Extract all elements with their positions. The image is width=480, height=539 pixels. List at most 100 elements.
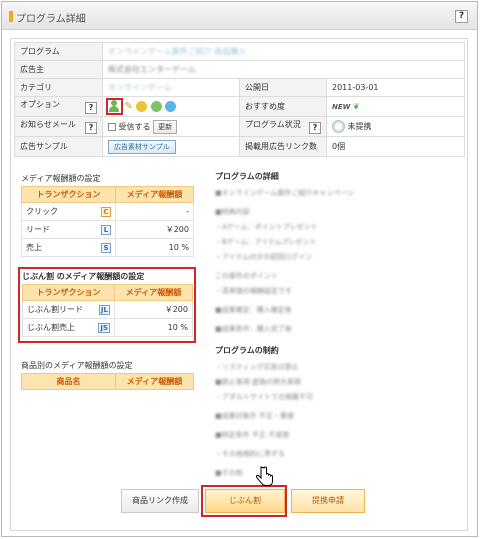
detail-line: この案件のポイント <box>215 272 278 280</box>
product-rates-table: 商品名 メディア報酬額 <box>21 373 194 390</box>
hand-cursor-icon <box>255 466 273 486</box>
pubdate-value: 2011-03-01 <box>325 78 466 97</box>
status-help-button[interactable]: ? <box>309 122 321 134</box>
media-rates-table: トランザクション メディア報酬額 クリック C - リード L ￥200 売上 S 1… <box>21 186 194 257</box>
restrictions-title: プログラムの制約 <box>215 346 279 355</box>
option-icons: ✎ <box>102 96 240 117</box>
notify-help-button[interactable]: ? <box>85 122 97 134</box>
detail-line: ・Aゲーム：ポイントプレゼント <box>215 223 318 231</box>
row-notify: お知らせメール ? 受信する 更新 プログラム状況 ? 未提携 <box>14 116 466 137</box>
leaf-icon: ❦ <box>352 102 360 111</box>
twitter-option-icon[interactable] <box>165 101 177 112</box>
details-title: プログラムの詳細 <box>215 172 279 181</box>
pen-option-icon[interactable]: ✎ <box>125 101 133 113</box>
rate-value: - <box>115 202 194 221</box>
row-category: カテゴリ オンラインゲーム 公開日 2011-03-01 <box>14 78 466 97</box>
notify-update-button[interactable]: 更新 <box>153 119 178 134</box>
rate-name: 売上 <box>26 243 42 252</box>
detail-line: ■成果確定：購入確定後 <box>215 306 292 314</box>
category-label: カテゴリ <box>14 78 103 97</box>
program-label: プログラム <box>14 42 103 61</box>
jibun-button[interactable]: じぶん割 <box>205 489 285 513</box>
jibun-rates-title: じぶん割 のメディア報酬額の設定 <box>22 272 145 281</box>
restriction-line: ■成果対象外 不正・重複 <box>215 412 294 420</box>
advertiser-value: 株式会社エンターゲーム <box>101 60 466 79</box>
row-sample: 広告サンプル 広告素材サンプル 掲載用広告リンク数 0個 <box>14 136 466 157</box>
col-transaction: トランザクション <box>22 284 115 301</box>
recommend-label: おすすめ度 <box>239 96 327 117</box>
rate-name: リード <box>26 225 50 234</box>
rate-value: 10 % <box>115 238 194 257</box>
table-row: じぶん割売上 JS 10 % <box>22 318 193 337</box>
link-create-button[interactable]: 商品リンク作成 <box>121 489 199 513</box>
detail-line: ・アイテム付きの初回ログイン <box>215 253 313 261</box>
detail-line: ■特典内容 <box>215 208 250 216</box>
click-icon: C <box>101 207 111 217</box>
jibun-rates-header: トランザクション メディア報酬額 <box>22 284 193 301</box>
restriction-line: ・リスティング広告は禁止 <box>215 363 299 371</box>
product-rates-header: 商品名 メディア報酬額 <box>21 373 194 390</box>
restriction-line: ■特定条件 不正 不道徳 <box>215 431 290 439</box>
category-value: オンラインゲーム <box>102 78 240 97</box>
notify-label: お知らせメール <box>20 120 76 129</box>
sales-icon: S <box>101 243 111 253</box>
col-reward: メディア報酬額 <box>115 186 194 203</box>
table-row: 売上 S 10 % <box>21 238 194 257</box>
apply-button[interactable]: 提携申請 <box>291 489 365 513</box>
status-value-cell: 未提携 <box>325 116 466 137</box>
linkcount-label: 掲載用広告リンク数 <box>239 136 327 157</box>
restriction-line: ・その他規約に準ずる <box>215 450 285 458</box>
linkcount-value: 0個 <box>325 136 466 157</box>
robot-option-icon[interactable] <box>150 101 162 112</box>
row-option: オプション ? ✎ おすすめ度 NEW ❦ <box>14 96 466 117</box>
row-program: プログラム オンラインゲーム案件ご紹介 商品購入 <box>14 42 466 61</box>
rate-value: ￥200 <box>115 220 194 239</box>
product-rates-title: 商品別のメディア報酬額の設定 <box>21 361 133 370</box>
sample-button[interactable]: 広告素材サンプル <box>108 139 176 154</box>
rate-name: じぶん割リード <box>27 305 83 314</box>
advertiser-label: 広告主 <box>14 60 103 79</box>
notify-checkbox-label: 受信する <box>118 122 151 131</box>
col-reward: メディア報酬額 <box>114 284 193 301</box>
option-label-cell: オプション ? <box>14 96 103 117</box>
notify-checkbox[interactable] <box>108 122 116 131</box>
jibun-rates-table: トランザクション メディア報酬額 じぶん割リード JL ￥200 じぶん割売上 JS… <box>22 284 193 337</box>
row-advertiser: 広告主 株式会社エンターゲーム <box>14 60 466 79</box>
notify-controls: 受信する 更新 <box>102 116 240 137</box>
recommend-value: NEW ❦ <box>325 96 466 117</box>
restriction-line: ■禁止事項 虚偽の誇大表現 <box>215 378 301 386</box>
program-detail-window: プログラム詳細 ? プログラム オンラインゲーム案件ご紹介 商品購入 広告主 株… <box>1 1 478 537</box>
restriction-line: ■その他 <box>215 469 243 477</box>
window-titlebar: プログラム詳細 ? <box>2 2 477 30</box>
table-row: じぶん割リード JL ￥200 <box>22 300 193 319</box>
media-rates-title: メディア報酬額の設定 <box>21 174 101 183</box>
new-badge: NEW <box>332 103 351 111</box>
pubdate-label: 公開日 <box>239 78 327 97</box>
table-row: クリック C - <box>21 202 194 221</box>
rate-name: じぶん割売上 <box>27 323 75 332</box>
action-bar: 商品リンク作成 じぶん割 提携申請 <box>11 485 467 517</box>
detail-line: ■オンラインゲーム案件ご紹介キャンペーン <box>215 189 355 197</box>
sample-cell: 広告素材サンプル <box>102 136 240 157</box>
notify-label-cell: お知らせメール ? <box>14 116 103 137</box>
detail-panel: プログラム オンラインゲーム案件ご紹介 商品購入 広告主 株式会社エンターゲーム… <box>10 38 468 531</box>
window-title: プログラム詳細 <box>16 14 86 25</box>
status-value: 未提携 <box>347 122 372 131</box>
help-button[interactable]: ? <box>455 10 468 23</box>
col-product: 商品名 <box>21 373 116 390</box>
detail-line: ■成果条件：購入完了後 <box>215 325 292 333</box>
option-help-button[interactable]: ? <box>85 102 97 114</box>
program-info-table: プログラム オンラインゲーム案件ご紹介 商品購入 広告主 株式会社エンターゲーム… <box>14 42 466 157</box>
jibun-lead-icon: JL <box>98 305 110 315</box>
table-row: リード L ￥200 <box>21 220 194 239</box>
lead-icon: L <box>101 225 111 235</box>
rate-value: 10 % <box>114 318 193 337</box>
rate-name: クリック <box>26 207 58 216</box>
col-transaction: トランザクション <box>21 186 116 203</box>
coin-option-icon[interactable] <box>136 101 148 112</box>
col-reward: メディア報酬額 <box>115 373 194 390</box>
program-value[interactable]: オンラインゲーム案件ご紹介 商品購入 <box>101 42 466 61</box>
person-option-icon[interactable] <box>106 98 123 115</box>
title-marker-icon <box>9 11 13 22</box>
restriction-line: ・アダルトサイトでの掲載不可 <box>215 393 313 401</box>
